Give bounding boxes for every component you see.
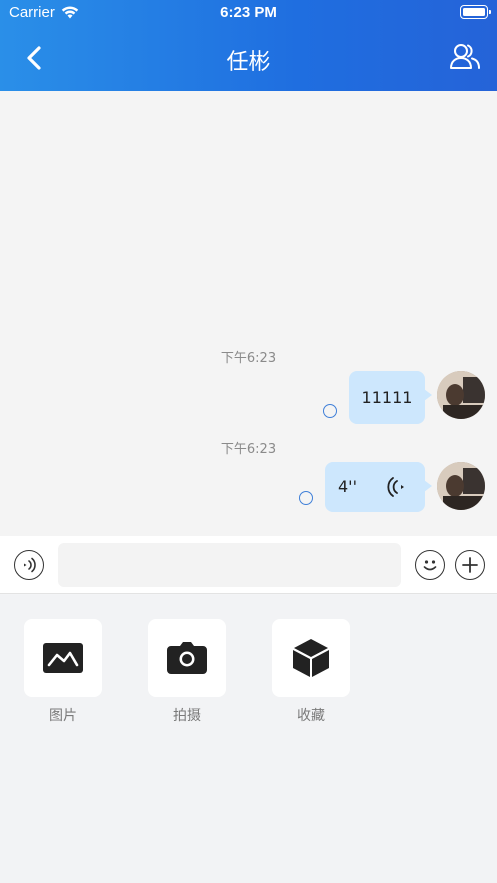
- plus-icon: [462, 557, 478, 573]
- tool-tile[interactable]: [148, 619, 226, 697]
- avatar[interactable]: [437, 462, 485, 510]
- voice-message-bubble[interactable]: 4'': [325, 462, 432, 512]
- tool-label: 收藏: [297, 708, 325, 724]
- tool-camera[interactable]: 拍摄: [148, 619, 226, 725]
- message-timestamp: 下午6:23: [220, 442, 277, 457]
- status-bar: Carrier 6:23 PM: [0, 0, 497, 26]
- tool-tile[interactable]: [272, 619, 350, 697]
- emoji-icon: [423, 560, 437, 571]
- battery-icon: [460, 5, 491, 19]
- send-status-icon: [323, 404, 337, 418]
- avatar-photo-icon: [437, 462, 485, 510]
- tools-panel: 图片 拍摄 收藏: [0, 595, 497, 883]
- avatar-photo-icon: [437, 371, 485, 419]
- voice-wave-icon: [387, 477, 404, 497]
- plus-button[interactable]: [455, 550, 485, 580]
- image-icon: [43, 643, 83, 673]
- page-title: 任彬: [226, 50, 271, 75]
- voice-duration: 4'': [338, 477, 357, 496]
- message-list[interactable]: 下午6:23 11111 下午6:23 4'': [0, 91, 497, 536]
- people-icon[interactable]: [449, 42, 481, 72]
- message-input[interactable]: [58, 543, 401, 587]
- send-status-icon: [299, 491, 313, 505]
- tool-label: 拍摄: [173, 708, 201, 724]
- avatar[interactable]: [437, 371, 485, 419]
- tool-favorites[interactable]: 收藏: [272, 619, 350, 725]
- box-icon: [293, 639, 329, 677]
- message-timestamp: 下午6:23: [220, 351, 277, 366]
- tool-label: 图片: [49, 708, 77, 724]
- emoji-button[interactable]: [415, 550, 445, 580]
- voice-toggle-icon: [24, 557, 36, 573]
- voice-toggle-button[interactable]: [14, 550, 44, 580]
- message-text: 11111: [361, 388, 413, 407]
- tool-tile[interactable]: [24, 619, 102, 697]
- status-time: 6:23 PM: [220, 4, 277, 21]
- camera-icon: [167, 642, 207, 674]
- navigation-header: Carrier 6:23 PM 任彬: [0, 0, 497, 91]
- tool-image[interactable]: 图片: [24, 619, 102, 725]
- input-bar: [0, 536, 497, 594]
- text-message-bubble[interactable]: 11111: [349, 371, 432, 424]
